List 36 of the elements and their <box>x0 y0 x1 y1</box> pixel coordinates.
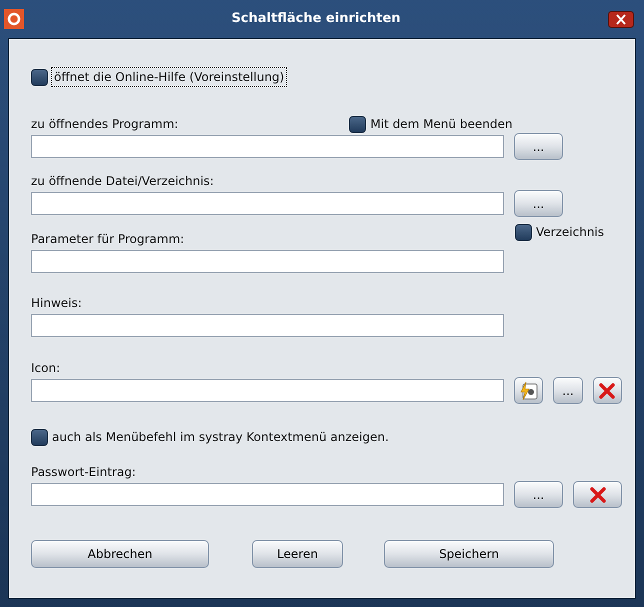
text-field[interactable] <box>31 250 504 273</box>
text-field[interactable] <box>31 135 504 158</box>
clear-cross-icon <box>598 382 616 400</box>
field-label: Hinweis: <box>31 295 82 312</box>
browse-button[interactable]: ... <box>514 481 563 508</box>
cancel-button[interactable]: Abbrechen <box>31 540 209 568</box>
field-label: Parameter für Programm: <box>31 231 184 248</box>
clear-button[interactable]: Leeren <box>252 540 343 568</box>
checkbox[interactable] <box>31 68 48 86</box>
checkbox-label: auch als Menübefehl im systray Kontextmenü anzeigen. <box>52 429 389 446</box>
app-logo-icon <box>4 9 24 29</box>
checkbox-label: Verzeichnis <box>536 224 604 241</box>
clear-button[interactable] <box>573 481 622 508</box>
text-field[interactable] <box>31 314 504 337</box>
field-label: zu öffnende Datei/Verzeichnis: <box>31 173 214 190</box>
checkbox-label: öffnet die Online-Hilfe (Voreinstellung) <box>52 68 286 86</box>
window-title: Schaltfläche einrichten <box>230 10 402 28</box>
field-label: zu öffnendes Programm: <box>31 116 178 133</box>
text-field[interactable] <box>31 379 504 402</box>
clear-button[interactable] <box>592 377 622 404</box>
text-field[interactable] <box>31 483 504 506</box>
image-lightning-icon <box>518 380 539 400</box>
checkbox[interactable] <box>515 224 532 240</box>
checkbox[interactable] <box>31 428 48 446</box>
browse-button[interactable]: ... <box>514 190 563 217</box>
checkbox-label: Mit dem Menü beenden <box>370 116 512 133</box>
field-label: Passwort-Eintrag: <box>31 464 136 481</box>
checkbox[interactable] <box>349 116 366 132</box>
text-field[interactable] <box>31 192 504 215</box>
field-label: Icon: <box>31 360 60 377</box>
image-button[interactable] <box>514 377 544 404</box>
close-icon[interactable] <box>608 10 634 28</box>
save-button[interactable]: Speichern <box>384 540 554 568</box>
clear-cross-icon <box>588 486 606 504</box>
browse-button[interactable]: ... <box>514 133 563 160</box>
browse-button[interactable]: ... <box>553 377 583 404</box>
